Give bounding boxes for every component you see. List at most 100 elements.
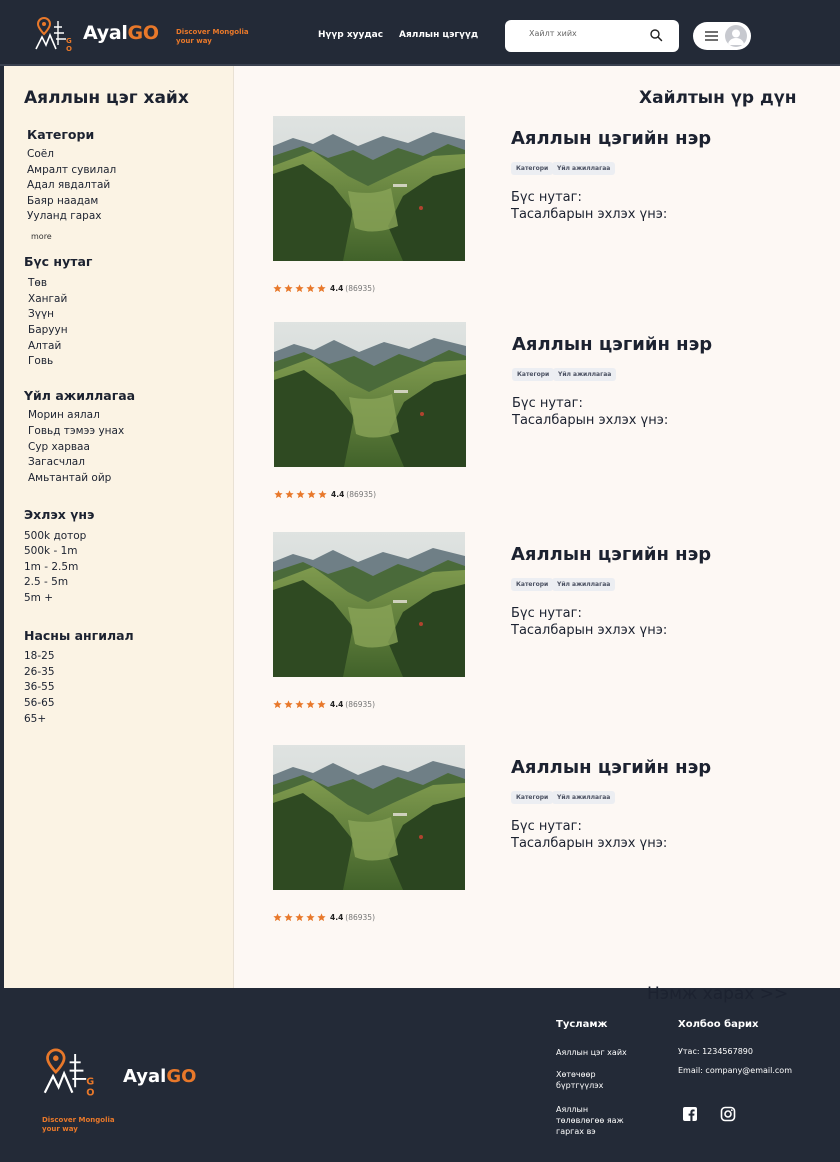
filter-item[interactable]: Загасчлал [28, 456, 85, 468]
filter-item[interactable]: Ууланд гарах [27, 210, 101, 222]
search-input[interactable] [529, 29, 649, 38]
search-icon[interactable] [649, 28, 663, 42]
see-more-link[interactable]: Нэмж харах >> [647, 984, 788, 1004]
star-icon [295, 283, 304, 292]
destination-image[interactable] [273, 532, 465, 677]
user-menu-button[interactable] [693, 22, 751, 50]
destination-title[interactable]: Аяллын цэгийн нэр [511, 128, 711, 149]
brand-name[interactable]: AyalGO [83, 22, 159, 44]
filter-group-title-category: Категори [27, 127, 95, 142]
footer-tagline-line-1: Discover Mongolia [42, 1116, 115, 1124]
filter-item[interactable]: 500k дотор [24, 530, 86, 542]
filter-item[interactable]: Говь [28, 355, 53, 367]
category-tag[interactable]: Категори [512, 368, 555, 381]
filter-item[interactable]: Амьтантай ойр [28, 472, 111, 484]
filter-item[interactable]: Зүүн [28, 308, 54, 320]
filter-item[interactable]: 1m - 2.5m [24, 561, 78, 573]
filter-item[interactable]: Морин аялал [28, 409, 100, 421]
region-label: Бүс нутаг: [512, 396, 583, 411]
footer-contact-title: Холбоо барих [678, 1019, 759, 1030]
search-bar [505, 20, 679, 52]
filter-item[interactable]: Баяр наадам [27, 195, 98, 207]
rating-value: 4.4 [330, 283, 344, 293]
price-label: Тасалбарын эхлэх үнэ: [511, 836, 668, 851]
user-avatar-icon[interactable] [725, 25, 747, 47]
destination-image[interactable] [273, 116, 465, 261]
filter-item[interactable]: Адал явдалтай [27, 179, 110, 191]
brand-main-text: Ayal [83, 22, 128, 44]
activity-tag[interactable]: Үйл ажиллагаа [553, 368, 617, 381]
hamburger-icon[interactable] [705, 30, 718, 42]
facebook-icon[interactable] [682, 1106, 698, 1122]
footer-link-plan-howto[interactable]: Аяллын төлөвлөгөө яаж гаргах вэ [556, 1104, 636, 1137]
footer-link-guide-signup[interactable]: Хөтөчөөр бүртгүүлэх [556, 1069, 626, 1091]
star-icon [306, 283, 315, 292]
review-count: (86935) [345, 912, 376, 922]
filter-item[interactable]: 500k - 1m [24, 545, 78, 557]
logo-icon[interactable]: G O [34, 15, 76, 53]
nav-destinations-link[interactable]: Аяллын цэгүүд [399, 30, 478, 40]
footer-email[interactable]: Email: company@email.com [678, 1066, 792, 1075]
nav-home-link[interactable]: Нүүр хуудас [318, 30, 383, 40]
tagline-line-1: Discover Mongolia [176, 28, 249, 36]
rating: 4.4 (86935) [273, 282, 375, 294]
main-content: Аяллын цэг хайх Категори Соёл Амралт сув… [4, 66, 840, 988]
filter-item[interactable]: 56-65 [24, 697, 55, 709]
star-icon [284, 912, 293, 921]
star-icon [274, 489, 283, 498]
review-count: (86935) [346, 489, 377, 499]
destination-title[interactable]: Аяллын цэгийн нэр [511, 757, 711, 778]
footer-tagline-line-2: your way [42, 1125, 78, 1133]
filter-item[interactable]: Говьд тэмээ унах [28, 425, 124, 437]
region-label: Бүс нутаг: [511, 819, 582, 834]
star-icon [273, 912, 282, 921]
destination-title[interactable]: Аяллын цэгийн нэр [512, 334, 712, 355]
filter-item[interactable]: 26-35 [24, 666, 55, 678]
filter-item[interactable]: 5m + [24, 592, 53, 604]
price-label: Тасалбарын эхлэх үнэ: [511, 623, 668, 638]
filter-item[interactable]: 2.5 - 5m [24, 576, 68, 588]
top-navbar: G O AyalGO Discover Mongolia your way Нү… [0, 0, 840, 66]
review-count: (86935) [345, 699, 376, 709]
svg-text:G: G [86, 1076, 94, 1087]
filter-item[interactable]: Хангай [28, 293, 67, 305]
filter-item[interactable]: Соёл [27, 148, 54, 160]
results-title: Хайлтын үр дүн [639, 88, 797, 108]
filter-item[interactable]: Төв [28, 277, 47, 289]
rating-value: 4.4 [330, 699, 344, 709]
filter-item[interactable]: 65+ [24, 713, 46, 725]
star-icon [284, 699, 293, 708]
instagram-icon[interactable] [720, 1106, 736, 1122]
category-tag[interactable]: Категори [511, 578, 554, 591]
destination-title[interactable]: Аяллын цэгийн нэр [511, 544, 711, 565]
footer-link-search[interactable]: Аяллын цэг хайх [556, 1047, 646, 1058]
activity-tag[interactable]: Үйл ажиллагаа [552, 162, 616, 175]
category-tag[interactable]: Категори [511, 162, 554, 175]
price-label: Тасалбарын эхлэх үнэ: [512, 413, 669, 428]
activity-tag[interactable]: Үйл ажиллагаа [552, 578, 616, 591]
svg-text:O: O [86, 1087, 94, 1098]
category-tag[interactable]: Категори [511, 791, 554, 804]
star-icon [317, 912, 326, 921]
filter-item[interactable]: Сур харваа [28, 441, 90, 453]
activity-tag[interactable]: Үйл ажиллагаа [552, 791, 616, 804]
sidebar-title: Аяллын цэг хайх [24, 88, 189, 108]
filter-item[interactable]: Алтай [28, 340, 61, 352]
destination-image[interactable] [274, 322, 466, 467]
filter-more-link[interactable]: more [31, 232, 52, 241]
svg-text:G: G [66, 37, 72, 45]
footer-logo-icon[interactable]: G O [42, 1045, 100, 1099]
filter-item[interactable]: Амралт сувилал [27, 164, 116, 176]
destination-image[interactable] [273, 745, 465, 890]
filter-item[interactable]: 18-25 [24, 650, 55, 662]
footer-brand-name[interactable]: AyalGO [123, 1066, 196, 1087]
filter-item[interactable]: 36-55 [24, 681, 55, 693]
footer-phone: Утас: 1234567890 [678, 1047, 753, 1056]
rating: 4.4 (86935) [274, 488, 376, 500]
filter-item[interactable]: Баруун [28, 324, 68, 336]
star-icon [295, 699, 304, 708]
filter-sidebar: Аяллын цэг хайх Категори Соёл Амралт сув… [4, 66, 234, 988]
star-icon [306, 699, 315, 708]
filter-group-title-activity: Үйл ажиллагаа [24, 388, 136, 403]
rating-value: 4.4 [331, 489, 345, 499]
